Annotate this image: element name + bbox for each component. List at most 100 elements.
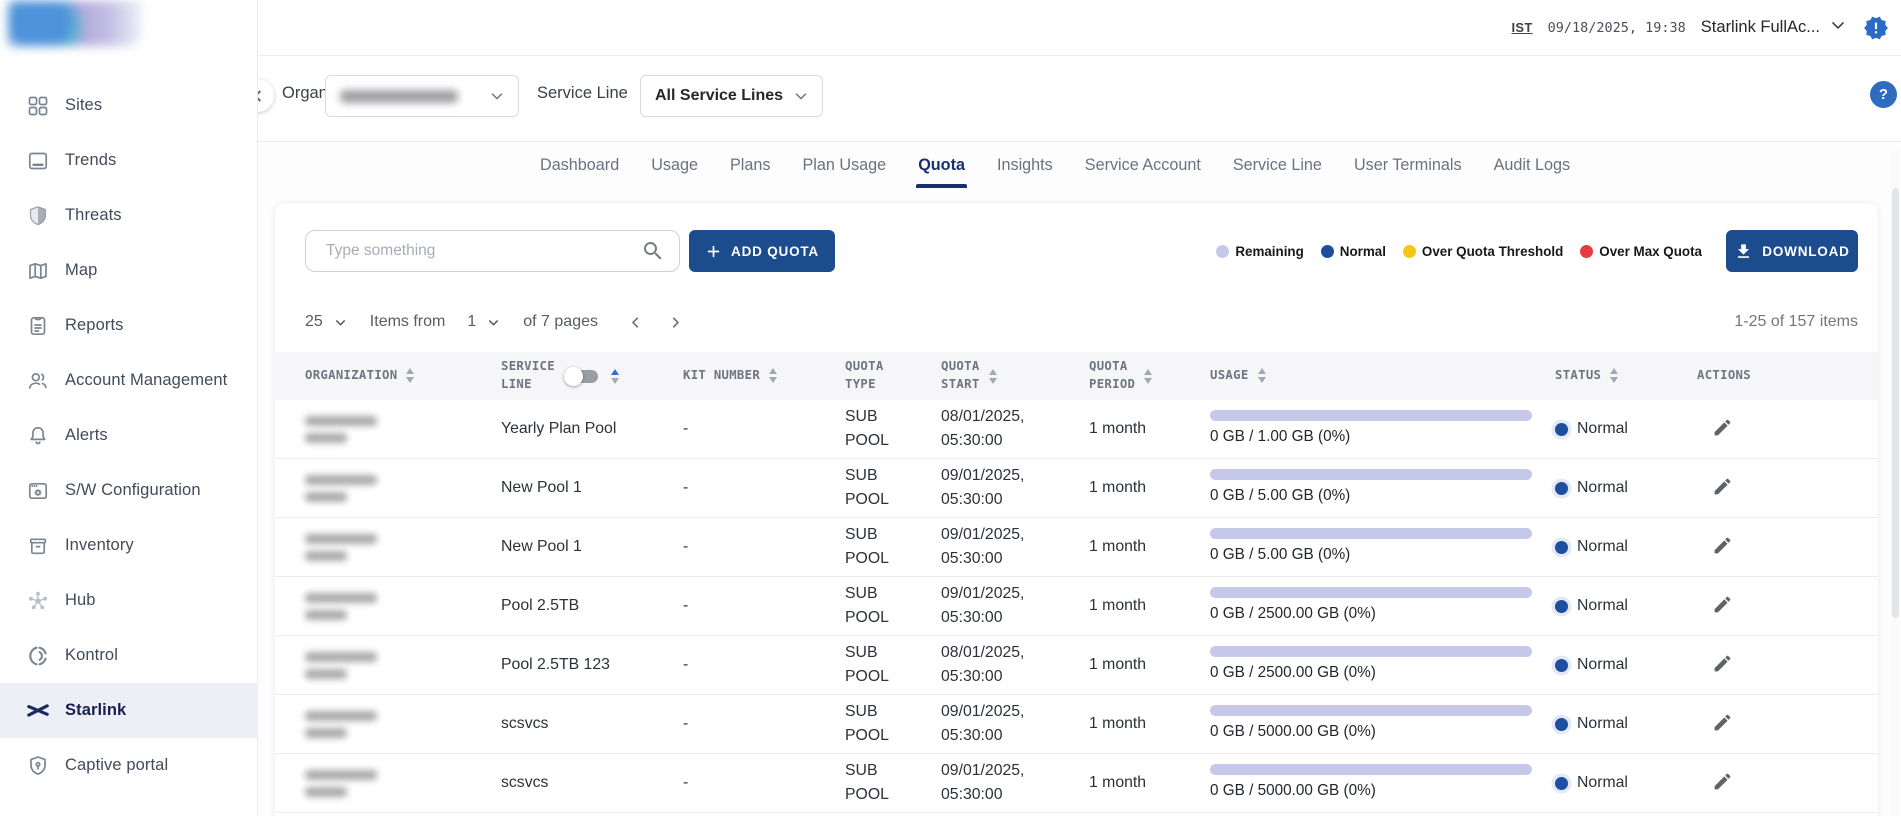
bell-icon (26, 424, 50, 448)
status-dot-icon (1555, 423, 1568, 436)
edit-quota-button[interactable] (1709, 593, 1735, 619)
kontrol-icon (26, 644, 50, 668)
sort-arrows-icon[interactable] (1144, 369, 1152, 384)
sort-arrows-icon[interactable] (989, 369, 997, 384)
tab-dashboard[interactable]: Dashboard (540, 142, 619, 188)
pencil-icon (1712, 535, 1733, 559)
table-row: New Pool 1 - SUB POOL 09/01/2025, 05:30:… (275, 459, 1878, 518)
tab-audit-logs[interactable]: Audit Logs (1494, 142, 1571, 188)
column-label: ORGANIZATION (305, 367, 397, 385)
tab-service-account[interactable]: Service Account (1085, 142, 1201, 188)
sort-arrows-icon[interactable] (769, 368, 777, 383)
sidebar-item-sites[interactable]: Sites (0, 78, 258, 133)
column-header-quota-start[interactable]: QUOTA START (941, 358, 1089, 394)
usage-bar (1210, 705, 1532, 716)
quota-type-cell: SUB POOL (845, 523, 941, 570)
status-cell: Normal (1555, 476, 1697, 500)
page-size-select[interactable]: 25 (305, 313, 348, 331)
usage-legend: RemainingNormalOver Quota ThresholdOver … (1216, 230, 1702, 272)
chevron-down-icon (333, 315, 348, 330)
sidebar-item-inventory[interactable]: Inventory (0, 518, 258, 573)
service-line-toggle[interactable] (568, 370, 598, 383)
actions-cell (1697, 593, 1878, 619)
timezone-label[interactable]: IST (1512, 20, 1533, 35)
column-label: QUOTA START (941, 358, 980, 394)
status-dot-icon (1555, 482, 1568, 495)
scrollbar[interactable] (1891, 150, 1899, 816)
edit-quota-button[interactable] (1709, 711, 1735, 737)
status-dot-icon (1555, 541, 1568, 554)
sort-arrows-icon[interactable] (1258, 368, 1266, 383)
edit-quota-button[interactable] (1709, 770, 1735, 796)
tab-usage[interactable]: Usage (651, 142, 698, 188)
sidebar-item-trends[interactable]: Trends (0, 133, 258, 188)
chevron-down-icon (792, 87, 810, 105)
quota-period-cell: 1 month (1089, 476, 1210, 500)
sidebar-item-map[interactable]: Map (0, 243, 258, 298)
quota-start-cell: 09/01/2025, 05:30:00 (941, 582, 1089, 629)
legend-dot-icon (1580, 245, 1593, 258)
sort-arrows-icon[interactable] (1610, 368, 1618, 383)
sidebar-item-threats[interactable]: Threats (0, 188, 258, 243)
sidebar-item-label: Captive portal (65, 756, 168, 775)
sidebar-item-label: Reports (65, 316, 123, 335)
status-label: Normal (1577, 594, 1628, 618)
quota-type-cell: SUB POOL (845, 759, 941, 806)
edit-quota-button[interactable] (1709, 416, 1735, 442)
edit-quota-button[interactable] (1709, 475, 1735, 501)
column-label: SERVICE LINE (501, 358, 555, 394)
status-dot-icon (1555, 777, 1568, 790)
column-header-service-line[interactable]: SERVICE LINE (501, 358, 683, 394)
download-button[interactable]: DOWNLOAD (1726, 230, 1858, 272)
organization-cell (305, 534, 501, 561)
sidebar-item-starlink[interactable]: Starlink (0, 683, 258, 738)
tab-service-line[interactable]: Service Line (1233, 142, 1322, 188)
status-cell: Normal (1555, 712, 1697, 736)
status-dot-icon (1555, 600, 1568, 613)
previous-page-button[interactable] (624, 311, 646, 333)
actions-cell (1697, 652, 1878, 678)
sidebar-item-reports[interactable]: Reports (0, 298, 258, 353)
tab-quota[interactable]: Quota (918, 142, 965, 188)
tab-plans[interactable]: Plans (730, 142, 771, 188)
search-icon[interactable] (641, 239, 665, 263)
next-page-button[interactable] (664, 311, 686, 333)
sidebar-item-s-w-configuration[interactable]: S/W Configuration (0, 463, 258, 518)
sidebar-item-kontrol[interactable]: Kontrol (0, 628, 258, 683)
sidebar-item-hub[interactable]: Hub (0, 573, 258, 628)
sidebar-item-alerts[interactable]: Alerts (0, 408, 258, 463)
column-header-status[interactable]: STATUS (1555, 367, 1697, 385)
quota-period-cell: 1 month (1089, 712, 1210, 736)
edit-quota-button[interactable] (1709, 652, 1735, 678)
column-header-quota-period[interactable]: QUOTA PERIOD (1089, 358, 1210, 394)
sidebar-item-captive-portal[interactable]: Captive portal (0, 738, 258, 793)
help-button[interactable]: ? (1870, 81, 1897, 108)
tab-plan-usage[interactable]: Plan Usage (803, 142, 887, 188)
tab-user-terminals[interactable]: User Terminals (1354, 142, 1462, 188)
page-select[interactable]: 1 (467, 313, 501, 331)
sort-arrows-icon[interactable] (611, 369, 619, 384)
sort-arrows-icon[interactable] (406, 368, 414, 383)
usage-cell: 0 GB / 1.00 GB (0%) (1210, 410, 1555, 449)
column-header-organization[interactable]: ORGANIZATION (305, 367, 501, 385)
sidebar-item-account-management[interactable]: Account Management (0, 353, 258, 408)
account-menu[interactable]: Starlink FullAc... (1701, 15, 1848, 40)
service-line-select[interactable]: All Service Lines (640, 75, 823, 117)
edit-quota-button[interactable] (1709, 534, 1735, 560)
download-icon (1734, 242, 1753, 261)
new-releases-badge-icon[interactable] (1863, 15, 1889, 41)
column-header-kit-number[interactable]: KIT NUMBER (683, 367, 845, 385)
search-input[interactable] (306, 242, 641, 260)
scrollbar-thumb[interactable] (1892, 188, 1899, 618)
usage-bar (1210, 764, 1532, 775)
quota-start-cell: 09/01/2025, 05:30:00 (941, 523, 1089, 570)
starlink-icon (26, 699, 50, 723)
shield-lock-icon (26, 754, 50, 778)
usage-bar (1210, 646, 1532, 657)
organization-cell (305, 711, 501, 738)
quota-type-cell: SUB POOL (845, 641, 941, 688)
add-quota-button[interactable]: ADD QUOTA (689, 230, 835, 272)
tab-insights[interactable]: Insights (997, 142, 1053, 188)
organization-select[interactable] (325, 75, 519, 117)
column-header-usage[interactable]: USAGE (1210, 367, 1555, 385)
